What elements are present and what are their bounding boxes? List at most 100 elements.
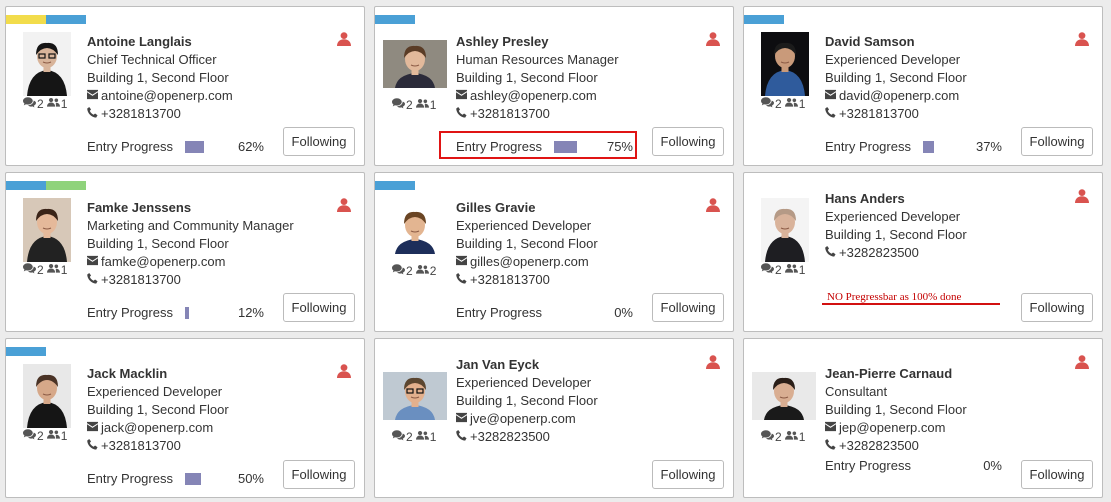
employee-info: Gilles Gravie Experienced Developer Buildi… bbox=[456, 199, 598, 289]
following-button[interactable]: Following bbox=[283, 127, 355, 156]
employee-photo[interactable] bbox=[761, 32, 809, 96]
user-icon[interactable] bbox=[1075, 189, 1089, 203]
phone-row: +3281813700 bbox=[456, 271, 598, 289]
messages-count: 2 bbox=[37, 263, 44, 277]
followers-count: 1 bbox=[429, 430, 437, 444]
entry-progress-value: 0% bbox=[614, 305, 633, 320]
job-title: Experienced Developer bbox=[825, 52, 961, 67]
comments-icon bbox=[761, 263, 774, 277]
comments-icon bbox=[23, 97, 36, 111]
following-button[interactable]: Following bbox=[652, 127, 724, 156]
work-phone: +3281813700 bbox=[470, 106, 550, 121]
messages-counter: 2 bbox=[392, 98, 413, 112]
work-email: ashley@openerp.com bbox=[470, 88, 597, 103]
employee-card[interactable]: 2 1 David Samson Experienced Developer Build… bbox=[743, 6, 1103, 166]
following-button[interactable]: Following bbox=[1021, 460, 1093, 489]
tag-green bbox=[46, 181, 86, 190]
followers-count: 1 bbox=[798, 263, 806, 277]
entry-progress-label: Entry Progress bbox=[87, 471, 173, 486]
users-icon bbox=[415, 98, 429, 112]
messages-counter: 2 bbox=[23, 263, 44, 277]
entry-progress-value: 62% bbox=[237, 139, 264, 154]
followers-count: 1 bbox=[429, 98, 437, 112]
user-icon[interactable] bbox=[337, 364, 351, 378]
entry-progress-value: 37% bbox=[975, 139, 1002, 154]
followers-counter: 1 bbox=[415, 98, 437, 112]
envelope-icon bbox=[87, 419, 101, 437]
counters: 21 bbox=[23, 97, 67, 111]
employee-photo[interactable] bbox=[23, 198, 71, 262]
email-row: jack@openerp.com bbox=[87, 419, 229, 437]
users-icon bbox=[415, 264, 429, 278]
email-row: famke@openerp.com bbox=[87, 253, 294, 271]
messages-count: 2 bbox=[775, 430, 782, 444]
messages-counter: 2 bbox=[761, 97, 782, 111]
user-icon[interactable] bbox=[1075, 355, 1089, 369]
comments-icon bbox=[761, 97, 774, 111]
employee-card[interactable]: 2 1 Antoine Langlais Chief Technical Office… bbox=[5, 6, 365, 166]
employee-card[interactable]: 2 1 Ashley Presley Human Resources Manager B… bbox=[374, 6, 734, 166]
employee-card[interactable]: 2 1 Hans Anders Experienced Developer Buildi… bbox=[743, 172, 1103, 332]
employee-card[interactable]: 2 1 Jan Van Eyck Experienced Developer Build… bbox=[374, 338, 734, 498]
employee-info: David Samson Experienced Developer Buildin… bbox=[825, 33, 967, 123]
employee-card[interactable]: 2 1 Jean-Pierre Carnaud Consultant Building … bbox=[743, 338, 1103, 498]
employee-photo[interactable] bbox=[383, 372, 447, 420]
phone-row: +3282823500 bbox=[825, 244, 967, 262]
following-button[interactable]: Following bbox=[283, 460, 355, 489]
entry-progress-bar bbox=[923, 141, 934, 153]
employee-card[interactable]: 2 2 Gilles Gravie Experienced Developer Buil… bbox=[374, 172, 734, 332]
employee-photo[interactable] bbox=[23, 364, 71, 428]
envelope-icon bbox=[87, 87, 101, 105]
counters: 22 bbox=[392, 264, 436, 278]
work-phone: +3281813700 bbox=[101, 438, 181, 453]
user-icon[interactable] bbox=[706, 32, 720, 46]
work-email: gilles@openerp.com bbox=[470, 254, 589, 269]
comments-icon bbox=[392, 264, 405, 278]
following-button[interactable]: Following bbox=[1021, 293, 1093, 322]
user-icon[interactable] bbox=[337, 32, 351, 46]
employee-name: Antoine Langlais bbox=[87, 34, 192, 49]
employee-photo[interactable] bbox=[383, 206, 447, 254]
employee-name: Jean-Pierre Carnaud bbox=[825, 366, 953, 381]
employee-photo[interactable] bbox=[23, 32, 71, 96]
work-location: Building 1, Second Floor bbox=[87, 70, 229, 85]
messages-count: 2 bbox=[406, 98, 413, 112]
comments-icon bbox=[392, 98, 405, 112]
following-button[interactable]: Following bbox=[1021, 127, 1093, 156]
phone-icon bbox=[825, 437, 839, 455]
phone-icon bbox=[87, 271, 101, 289]
phone-row: +3282823500 bbox=[456, 428, 598, 446]
following-button[interactable]: Following bbox=[652, 460, 724, 489]
envelope-icon bbox=[456, 87, 470, 105]
tag-blue bbox=[6, 347, 46, 356]
employee-photo[interactable] bbox=[383, 40, 447, 88]
user-icon[interactable] bbox=[1075, 32, 1089, 46]
following-button[interactable]: Following bbox=[283, 293, 355, 322]
user-icon[interactable] bbox=[337, 198, 351, 212]
user-icon[interactable] bbox=[706, 355, 720, 369]
employee-card[interactable]: 2 1 Jack Macklin Experienced Developer Build… bbox=[5, 338, 365, 498]
tag-blue bbox=[744, 15, 784, 24]
job-title: Human Resources Manager bbox=[456, 52, 619, 67]
tag-strip bbox=[6, 15, 86, 24]
messages-count: 2 bbox=[37, 97, 44, 111]
employee-photo[interactable] bbox=[752, 372, 816, 420]
user-icon[interactable] bbox=[706, 198, 720, 212]
tag-strip bbox=[744, 15, 784, 24]
work-phone: +3282823500 bbox=[839, 438, 919, 453]
work-location: Building 1, Second Floor bbox=[456, 70, 598, 85]
phone-icon bbox=[825, 244, 839, 262]
employee-card[interactable]: 2 1 Famke Jenssens Marketing and Community … bbox=[5, 172, 365, 332]
phone-icon bbox=[87, 437, 101, 455]
envelope-icon bbox=[456, 253, 470, 271]
email-row: gilles@openerp.com bbox=[456, 253, 598, 271]
phone-row: +3282823500 bbox=[825, 437, 967, 455]
employee-photo[interactable] bbox=[761, 198, 809, 262]
email-row: david@openerp.com bbox=[825, 87, 967, 105]
envelope-icon bbox=[825, 87, 839, 105]
following-button[interactable]: Following bbox=[652, 293, 724, 322]
work-location: Building 1, Second Floor bbox=[87, 402, 229, 417]
users-icon bbox=[46, 429, 60, 443]
employee-name: Jan Van Eyck bbox=[456, 357, 540, 372]
entry-progress-value: 50% bbox=[237, 471, 264, 486]
